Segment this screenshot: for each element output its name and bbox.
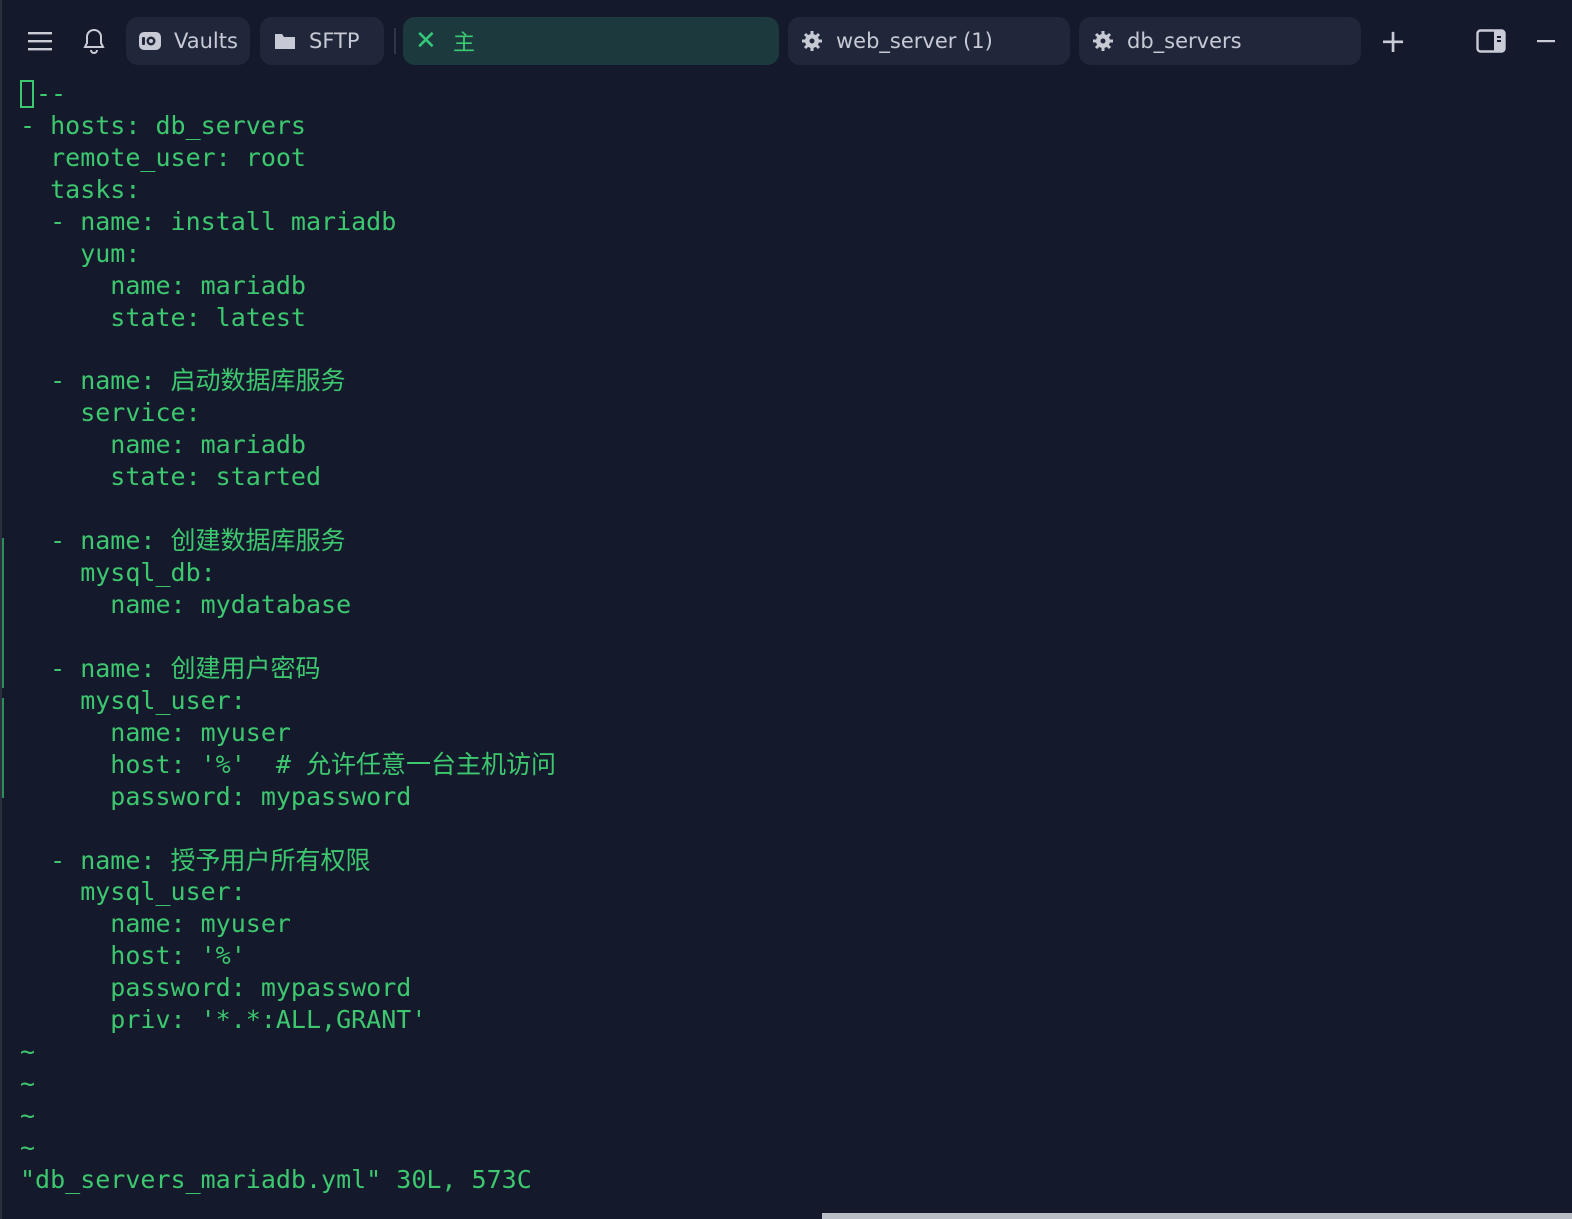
bell-icon[interactable]	[78, 24, 110, 58]
tab-web-server[interactable]: web_server (1)	[788, 17, 1070, 65]
text-cursor	[20, 79, 34, 108]
gutter-mark	[2, 698, 4, 798]
status-line: "db_servers_mariadb.yml" 30L, 573C	[20, 1164, 532, 1194]
empty-line-tilde: ~	[20, 1037, 36, 1067]
terminal-line: - name: 创建数据库服务	[20, 526, 346, 556]
terminal-line: name: myuser	[20, 909, 291, 939]
gutter	[2, 78, 5, 1208]
terminal-line: mysql_user:	[20, 685, 246, 715]
terminal-line: state: latest	[20, 302, 306, 332]
tab-vaults[interactable]: Vaults	[126, 17, 250, 65]
terminal-output[interactable]: -- - hosts: db_servers remote_user: root…	[20, 78, 1560, 1203]
terminal-line: priv: '*.*:ALL,GRANT'	[20, 1005, 427, 1035]
terminal-line: host: '%'	[20, 941, 246, 971]
terminal-line: service:	[20, 398, 201, 428]
new-tab-button[interactable]: +	[1376, 22, 1410, 60]
minimize-icon[interactable]	[1532, 24, 1560, 58]
tab-label: db_servers	[1127, 29, 1242, 53]
terminal-line: name: myuser	[20, 717, 291, 747]
gear-icon	[1091, 29, 1115, 53]
terminal-line: - name: 授予用户所有权限	[20, 845, 371, 875]
vault-icon	[138, 29, 162, 53]
terminal-line: mysql_db:	[20, 558, 216, 588]
terminal-line: mysql_user:	[20, 877, 246, 907]
empty-line-tilde: ~	[20, 1101, 36, 1130]
gear-icon	[800, 29, 824, 53]
terminal-line: state: started	[20, 462, 322, 492]
tab-label: 主	[453, 31, 476, 56]
terminal-line: password: mypassword	[20, 781, 412, 811]
side-panel-toggle-icon[interactable]	[1474, 24, 1508, 58]
tab-db-servers[interactable]: db_servers	[1079, 17, 1361, 65]
terminal-line: password: mypassword	[20, 973, 412, 1003]
terminal-line: host: '%' # 允许任意一台主机访问	[20, 749, 556, 779]
top-bar: Vaults SFTP ✕ 主 web_server (1) db_server…	[2, 0, 1572, 82]
terminal-line: --	[20, 78, 1560, 110]
tab-sftp[interactable]: SFTP	[260, 17, 384, 65]
terminal-line: remote_user: root	[20, 142, 306, 172]
tab-divider	[394, 28, 396, 54]
hamburger-menu-icon[interactable]	[24, 24, 56, 58]
bottom-edge-strip	[822, 1213, 1572, 1219]
terminal-line: tasks:	[20, 174, 141, 204]
terminal-line: - name: 创建用户密码	[20, 653, 321, 683]
tab-label: SFTP	[309, 29, 360, 53]
folder-icon	[273, 29, 297, 53]
empty-line-tilde: ~	[20, 1132, 36, 1162]
empty-line-tilde: ~	[20, 1069, 36, 1099]
terminal-line: - name: install mariadb	[20, 206, 397, 236]
terminal-line: - name: 启动数据库服务	[20, 366, 346, 396]
terminal-line: name: mariadb	[20, 430, 306, 460]
terminal-line: yum:	[20, 238, 141, 268]
terminal-line: name: mariadb	[20, 270, 306, 300]
close-icon[interactable]: ✕	[415, 28, 441, 54]
gutter-mark	[2, 538, 4, 688]
tab-main-active[interactable]: ✕ 主	[403, 17, 779, 65]
terminal-line: name: mydatabase	[20, 590, 352, 619]
terminal-line: - hosts: db_servers	[20, 110, 306, 140]
tab-label: web_server (1)	[836, 29, 993, 53]
tab-label: Vaults	[174, 29, 238, 53]
